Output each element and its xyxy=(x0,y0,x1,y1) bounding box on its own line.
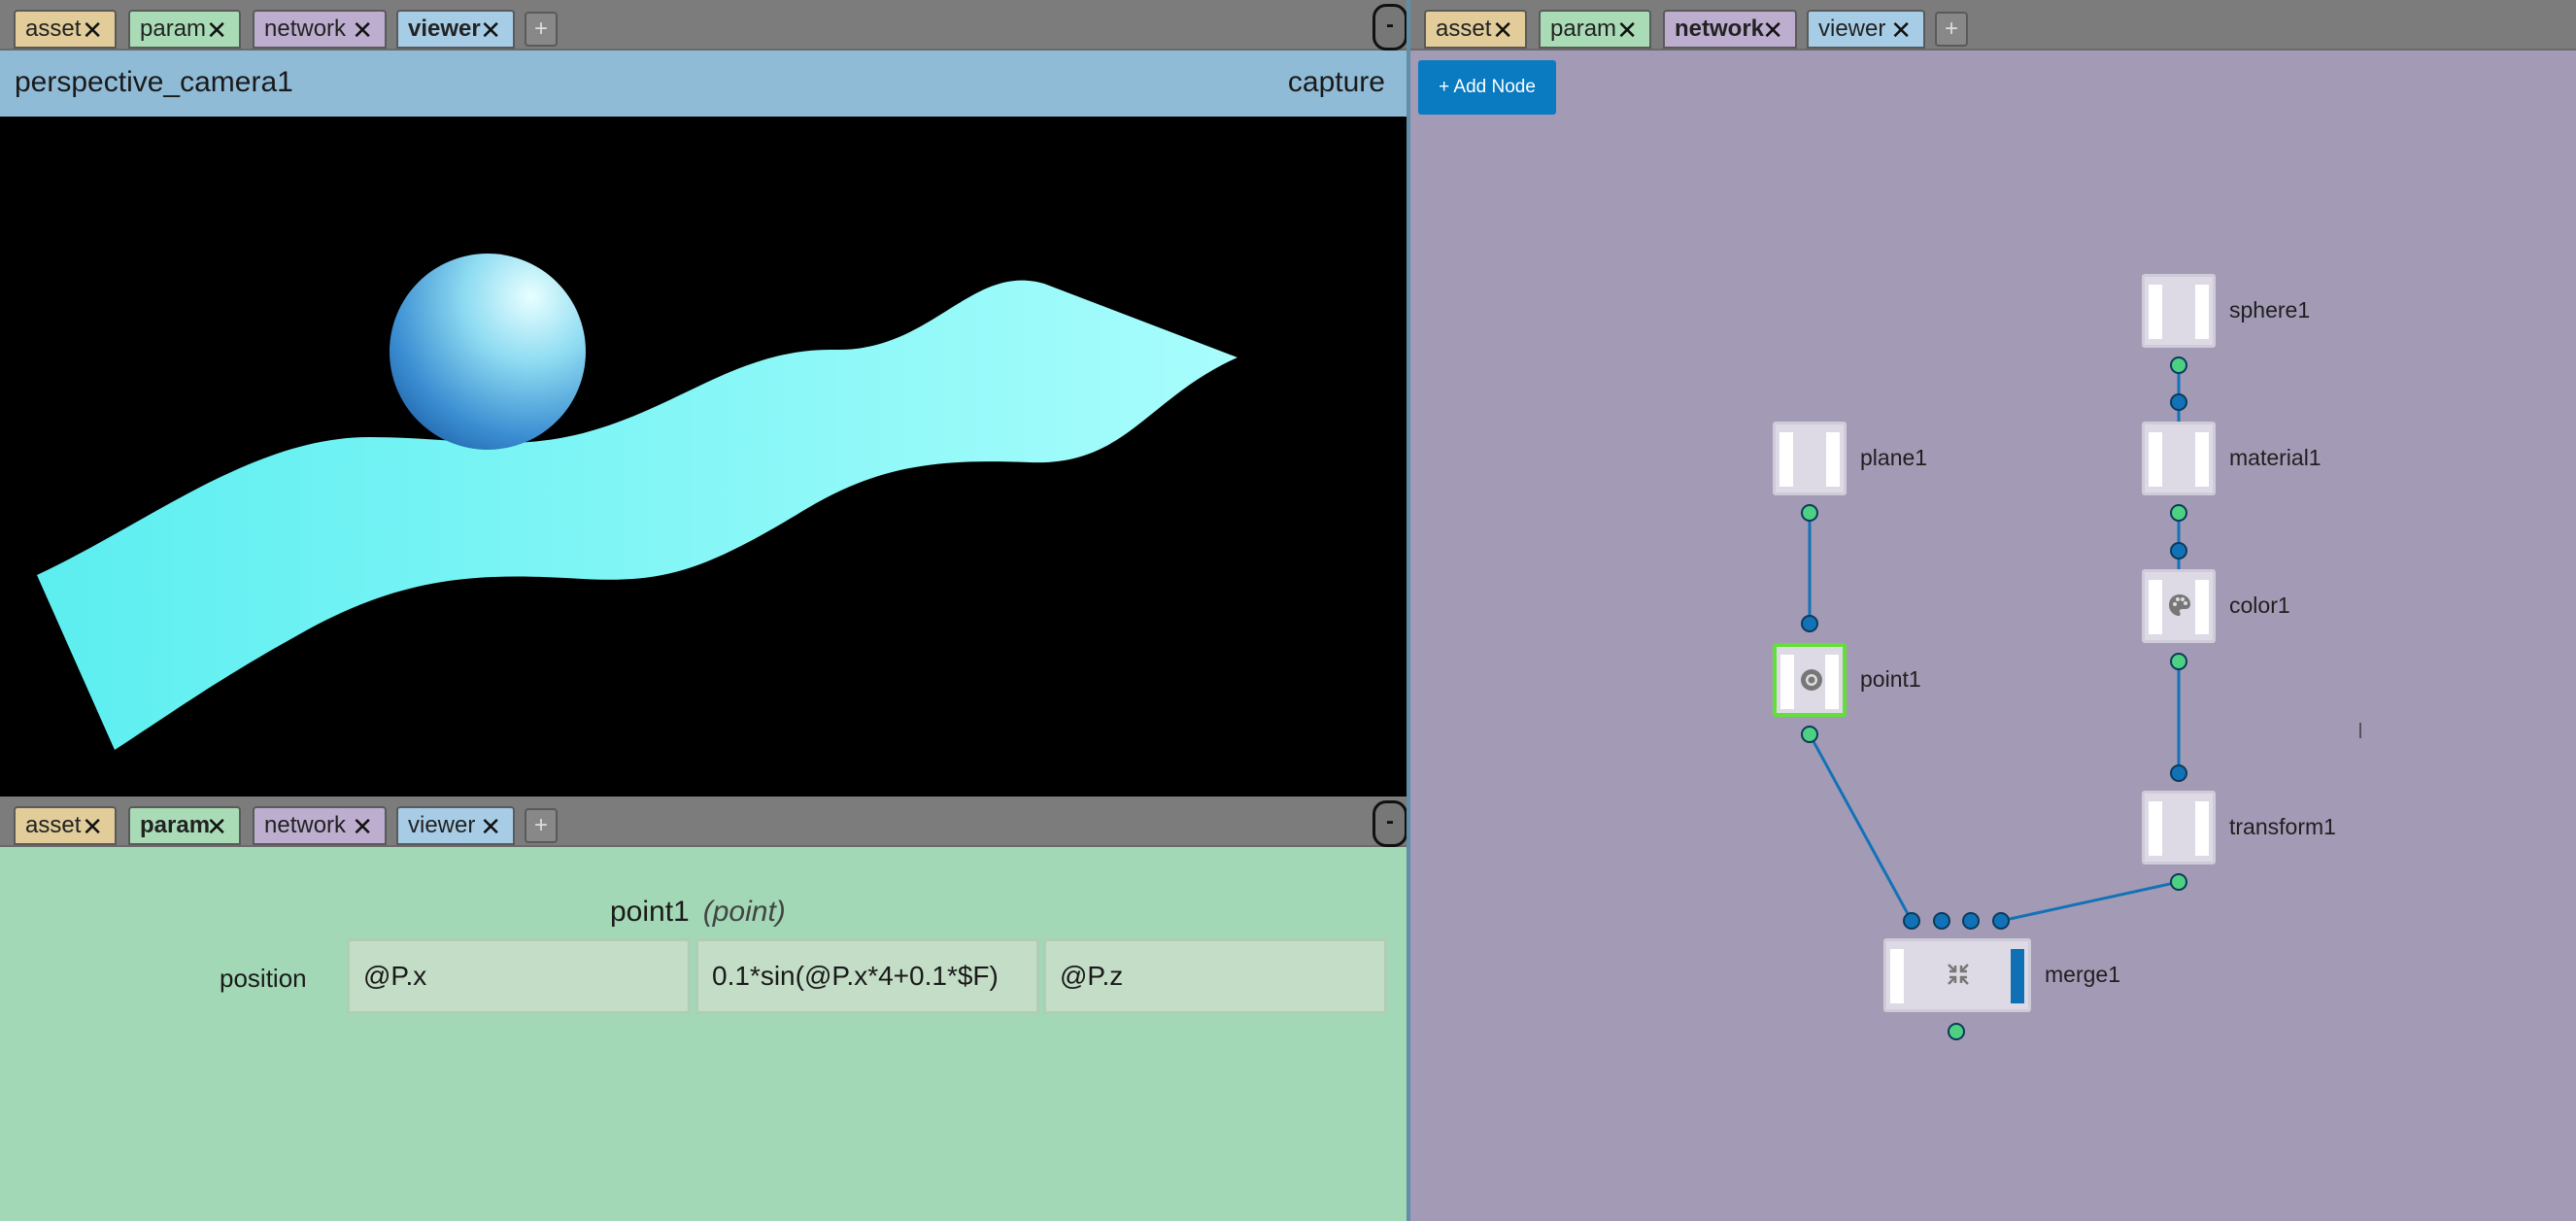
close-icon[interactable]: ✕ xyxy=(1492,16,1513,46)
tab-network[interactable]: network ✕ xyxy=(1663,10,1797,49)
tab-label: viewer xyxy=(408,812,476,838)
node-point1[interactable] xyxy=(1773,643,1847,717)
tab-label: param xyxy=(1550,16,1617,42)
close-icon[interactable]: ✕ xyxy=(1616,16,1638,46)
position-y-field[interactable]: 0.1*sin(@P.x*4+0.1*$F) xyxy=(695,938,1039,1014)
tab-bar: asset ✕ param ✕ network ✕ viewer ✕ + xyxy=(1410,0,2576,51)
close-icon[interactable]: ✕ xyxy=(206,812,227,842)
output-port xyxy=(2170,873,2187,891)
node-material1[interactable] xyxy=(2142,422,2216,495)
param-pane: asset ✕ param ✕ network ✕ viewer ✕ + - p… xyxy=(0,797,1407,1221)
close-icon[interactable]: ✕ xyxy=(206,16,227,46)
node-label: material1 xyxy=(2229,445,2322,470)
input-port xyxy=(2170,393,2187,411)
network-editor[interactable]: + Add Node sphere1 plane1 material1 colo… xyxy=(1410,51,2576,1221)
tab-label: asset xyxy=(1436,16,1492,42)
tab-bar: asset ✕ param ✕ network ✕ viewer ✕ + - xyxy=(0,797,1407,847)
node-plane1[interactable] xyxy=(1773,422,1847,495)
merge-arrows-icon xyxy=(1945,961,1972,990)
tab-bar: asset ✕ param ✕ network ✕ viewer ✕ + - xyxy=(0,0,1407,51)
add-tab-button[interactable]: + xyxy=(525,808,558,843)
input-port xyxy=(1933,912,1950,930)
output-port xyxy=(2170,356,2187,374)
tab-label: asset xyxy=(25,16,82,42)
tab-label: network xyxy=(264,16,347,42)
output-port xyxy=(1801,504,1818,522)
tab-label: viewer xyxy=(1818,16,1886,42)
connection-wire xyxy=(1808,733,1914,922)
node-transform1[interactable] xyxy=(2142,791,2216,865)
tab-asset[interactable]: asset ✕ xyxy=(14,806,117,845)
close-icon[interactable]: ✕ xyxy=(1762,16,1783,46)
param-panel: point1 (point) position @P.x 0.1*sin(@P.x… xyxy=(0,847,1407,1221)
node-sphere1[interactable] xyxy=(2142,274,2216,348)
node-color1[interactable] xyxy=(2142,569,2216,643)
collapse-pane-button[interactable]: - xyxy=(1373,800,1407,847)
tab-param[interactable]: param ✕ xyxy=(128,806,241,845)
input-port xyxy=(2170,764,2187,782)
close-icon[interactable]: ✕ xyxy=(82,16,103,46)
node-type: (point) xyxy=(702,896,786,928)
position-x-field[interactable]: @P.x xyxy=(347,938,691,1014)
target-icon xyxy=(1798,666,1825,695)
tab-viewer[interactable]: viewer ✕ xyxy=(396,806,515,845)
input-port xyxy=(1903,912,1920,930)
close-icon[interactable]: ✕ xyxy=(352,16,373,46)
node-label: plane1 xyxy=(1860,445,1928,470)
add-tab-button[interactable]: + xyxy=(525,12,558,47)
input-port xyxy=(1801,615,1818,632)
node-label: transform1 xyxy=(2229,814,2336,839)
network-pane: asset ✕ param ✕ network ✕ viewer ✕ + + A… xyxy=(1410,0,2576,1221)
node-label: point1 xyxy=(1860,666,1921,692)
viewer-pane: asset ✕ param ✕ network ✕ viewer ✕ + - p… xyxy=(0,0,1407,797)
node-label: color1 xyxy=(2229,593,2290,618)
add-tab-button[interactable]: + xyxy=(1935,12,1968,47)
tab-network[interactable]: network ✕ xyxy=(253,806,387,845)
node-name: point1 xyxy=(610,896,690,928)
tab-asset[interactable]: asset ✕ xyxy=(14,10,117,49)
close-icon[interactable]: ✕ xyxy=(352,812,373,842)
position-label: position xyxy=(220,964,307,993)
collapse-pane-button[interactable]: - xyxy=(1373,4,1407,51)
sphere-render xyxy=(390,254,586,450)
tab-label: param xyxy=(140,812,211,838)
viewer-header: perspective_camera1 capture xyxy=(0,51,1407,117)
tab-param[interactable]: param ✕ xyxy=(128,10,241,49)
tab-viewer[interactable]: viewer ✕ xyxy=(396,10,515,49)
tab-label: param xyxy=(140,16,207,42)
node-merge1[interactable] xyxy=(1883,938,2031,1012)
node-label: sphere1 xyxy=(2229,297,2311,322)
output-port xyxy=(2170,653,2187,670)
tab-asset[interactable]: asset ✕ xyxy=(1424,10,1527,49)
camera-name[interactable]: perspective_camera1 xyxy=(15,66,293,99)
node-label: merge1 xyxy=(2045,962,2120,987)
connection-layer xyxy=(1801,356,2361,1040)
param-node-title: point1 (point) xyxy=(610,896,786,929)
tab-label: asset xyxy=(25,812,82,838)
capture-button[interactable]: capture xyxy=(1288,66,1385,99)
close-icon[interactable]: ✕ xyxy=(82,812,103,842)
tab-label: network xyxy=(264,812,347,838)
close-icon[interactable]: ✕ xyxy=(1890,16,1912,46)
tab-param[interactable]: param ✕ xyxy=(1539,10,1651,49)
close-icon[interactable]: ✕ xyxy=(480,812,501,842)
input-port xyxy=(1992,912,2010,930)
output-port xyxy=(1801,726,1818,743)
tab-viewer[interactable]: viewer ✕ xyxy=(1807,10,1925,49)
scene-render xyxy=(37,254,1237,750)
viewport-canvas[interactable] xyxy=(0,117,1407,797)
close-icon[interactable]: ✕ xyxy=(480,16,501,46)
output-port xyxy=(1948,1023,1965,1040)
input-port xyxy=(2170,542,2187,560)
position-z-field[interactable]: @P.z xyxy=(1043,938,1387,1014)
wave-plane-surface xyxy=(37,280,1237,750)
tab-label: viewer xyxy=(408,16,481,42)
output-port xyxy=(2170,504,2187,522)
tab-label: network xyxy=(1675,16,1765,42)
palette-icon xyxy=(2166,592,2193,621)
connection-wire xyxy=(2000,880,2180,923)
input-port xyxy=(1962,912,1980,930)
tab-network[interactable]: network ✕ xyxy=(253,10,387,49)
